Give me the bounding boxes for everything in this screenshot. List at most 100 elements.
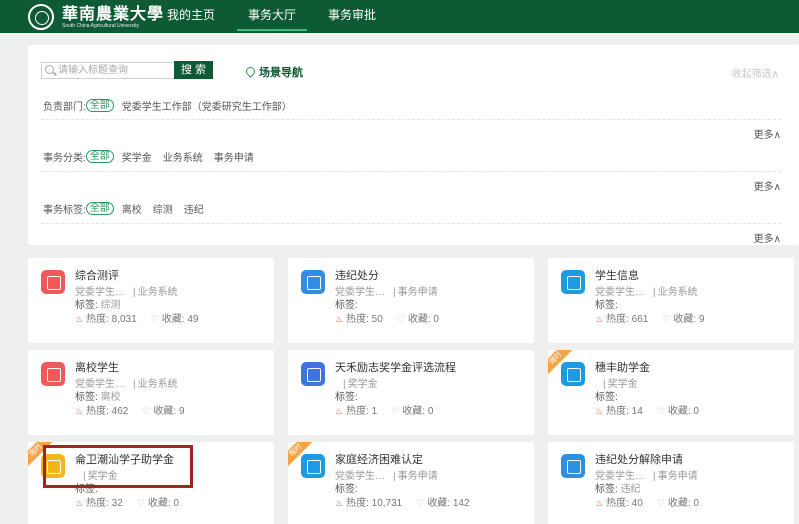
card-title[interactable]: 离校学生 bbox=[75, 359, 119, 375]
search-placeholder: 请输入标题查询 bbox=[58, 65, 128, 76]
card-stats: ♨ 热度: 40 ♡ 收藏: 0 bbox=[595, 494, 699, 509]
filter-all-pill[interactable]: 全部 bbox=[85, 98, 114, 112]
map-pin-icon bbox=[245, 67, 254, 78]
nav-service-hall[interactable]: 事务大厅 bbox=[236, 0, 308, 33]
divider bbox=[41, 119, 781, 120]
more-button[interactable]: 更多∧ bbox=[754, 230, 781, 245]
heat-value: 661 bbox=[631, 314, 649, 325]
heat-label: 热度: bbox=[86, 498, 109, 509]
heart-icon[interactable]: ♡ bbox=[657, 498, 665, 508]
filter-option[interactable]: 离校 bbox=[122, 201, 142, 216]
heat-value: 32 bbox=[111, 498, 123, 509]
service-card[interactable]: 离校学生 党委学生… | 业务系统 标签: 离校 ♨ 热度: 462 ♡ 收藏: 9 bbox=[28, 350, 274, 435]
card-title[interactable]: 家庭经济困难认定 bbox=[335, 451, 423, 467]
nav-approval[interactable]: 事务审批 bbox=[328, 0, 376, 33]
heat-value: 40 bbox=[631, 498, 643, 509]
favorite-value: 9 bbox=[698, 314, 705, 325]
card-title[interactable]: 天禾励志奖学金评选流程 bbox=[335, 359, 456, 375]
heart-icon[interactable]: ♡ bbox=[391, 406, 399, 416]
card-stats: ♨ 热度: 50 ♡ 收藏: 0 bbox=[335, 310, 439, 325]
form-icon bbox=[561, 454, 585, 478]
heart-icon[interactable]: ♡ bbox=[397, 314, 405, 324]
filter-label: 负责部门: bbox=[43, 101, 86, 113]
highlight-box bbox=[43, 445, 193, 488]
service-card[interactable]: 限时 家庭经济困难认定 党委学生… | 事务申请 标签: ♨ 热度: 10,731 ♡ 收藏: … bbox=[288, 442, 534, 524]
service-card[interactable]: 天禾励志奖学金评选流程 | 奖学金 标签: ♨ 热度: 1 ♡ 收藏: 0 bbox=[288, 350, 534, 435]
card-stats: ♨ 热度: 462 ♡ 收藏: 9 bbox=[75, 402, 185, 417]
heat-value: 50 bbox=[371, 314, 383, 325]
heat-value: 10,731 bbox=[371, 498, 403, 509]
filter-all-pill[interactable]: 全部 bbox=[85, 201, 114, 215]
card-title[interactable]: 穗丰助学金 bbox=[595, 359, 650, 375]
card-title[interactable]: 违纪处分 bbox=[335, 267, 379, 283]
card-title[interactable]: 学生信息 bbox=[595, 267, 639, 283]
flame-icon: ♨ bbox=[75, 406, 84, 416]
divider bbox=[41, 171, 781, 172]
service-card[interactable]: 学生信息 党委学生… | 业务系统 标签: ♨ 热度: 661 ♡ 收藏: 9 bbox=[548, 258, 794, 343]
filter-all-pill[interactable]: 全部 bbox=[85, 149, 114, 163]
more-button[interactable]: 更多∧ bbox=[754, 178, 781, 193]
heart-icon[interactable]: ♡ bbox=[142, 406, 150, 416]
card-stats: ♨ 热度: 32 ♡ 收藏: 0 bbox=[75, 494, 179, 509]
heat-label: 热度: bbox=[346, 406, 369, 417]
favorite-value: 0 bbox=[173, 498, 179, 509]
card-tag: 标签: 离校 bbox=[75, 388, 121, 403]
favorite-label: 收藏: bbox=[673, 314, 697, 325]
card-stats: ♨ 热度: 8,031 ♡ 收藏: 49 bbox=[75, 310, 198, 325]
heat-value: 1 bbox=[371, 406, 378, 417]
card-title[interactable]: 综合测评 bbox=[75, 267, 119, 283]
card-category: 事务申请 bbox=[397, 471, 438, 482]
filter-label: 事务分类: bbox=[43, 152, 86, 164]
filter-option[interactable]: 业务系统 bbox=[163, 149, 203, 164]
user-icon bbox=[41, 362, 65, 386]
award-icon bbox=[561, 362, 585, 386]
heat-label: 热度: bbox=[86, 314, 109, 325]
flame-icon: ♨ bbox=[335, 314, 344, 324]
service-card[interactable]: 限时 穗丰助学金 | 奖学金 标签: ♨ 热度: 14 ♡ 收藏: 0 bbox=[548, 350, 794, 435]
heart-icon[interactable]: ♡ bbox=[137, 498, 145, 508]
favorite-label: 收藏: bbox=[161, 314, 185, 325]
heat-label: 热度: bbox=[346, 498, 369, 509]
card-tag: 标签: bbox=[335, 388, 358, 403]
divider bbox=[41, 223, 781, 224]
card-category: 业务系统 bbox=[137, 287, 178, 298]
collapse-filter-button[interactable]: 收起筛选∧ bbox=[732, 65, 779, 80]
heat-label: 热度: bbox=[606, 314, 629, 325]
heat-value: 462 bbox=[111, 406, 129, 417]
heat-value: 14 bbox=[631, 406, 643, 417]
filter-row-tag: 事务标签: 全部 离校 综测 违纪 bbox=[43, 200, 215, 216]
filter-option[interactable]: 党委学生工作部（党委研究生工作部） bbox=[122, 98, 292, 113]
service-card[interactable]: 违纪处分解除申请 党委学生… | 事务申请 标签: 违纪 ♨ 热度: 40 ♡ 收藏: 0 bbox=[548, 442, 794, 524]
flame-icon: ♨ bbox=[335, 498, 344, 508]
nav-my-homepage[interactable]: 我的主页 bbox=[167, 0, 215, 33]
heart-icon[interactable]: ♡ bbox=[657, 406, 665, 416]
filter-option[interactable]: 违纪 bbox=[184, 201, 204, 216]
heat-label: 热度: bbox=[606, 406, 629, 417]
university-logo[interactable]: 華南農業大學 South China Agricultural Universi… bbox=[28, 3, 164, 31]
card-stats: ♨ 热度: 14 ♡ 收藏: 0 bbox=[595, 402, 699, 417]
heat-label: 热度: bbox=[346, 314, 369, 325]
heart-icon[interactable]: ♡ bbox=[662, 314, 670, 324]
card-category: 业务系统 bbox=[657, 287, 698, 298]
scene-navigation-link[interactable]: 场景导航 bbox=[245, 64, 303, 80]
search-input[interactable]: 请输入标题查询 bbox=[41, 62, 175, 79]
card-tag: 标签: bbox=[595, 388, 618, 403]
filter-option[interactable]: 事务申请 bbox=[214, 149, 254, 164]
service-card[interactable]: 违纪处分 党委学生… | 事务申请 标签: ♨ 热度: 50 ♡ 收藏: 0 bbox=[288, 258, 534, 343]
filter-option[interactable]: 综测 bbox=[153, 201, 173, 216]
more-button[interactable]: 更多∧ bbox=[754, 126, 781, 141]
heat-label: 热度: bbox=[86, 406, 109, 417]
heart-icon[interactable]: ♡ bbox=[151, 314, 159, 324]
heart-icon[interactable]: ♡ bbox=[416, 498, 424, 508]
chart-icon bbox=[41, 270, 65, 294]
service-card[interactable]: 综合测评 党委学生… | 业务系统 标签: 综测 ♨ 热度: 8,031 ♡ 收藏: 49 bbox=[28, 258, 274, 343]
favorite-label: 收藏: bbox=[427, 498, 451, 509]
flame-icon: ♨ bbox=[335, 406, 344, 416]
card-tag: 标签: bbox=[335, 296, 358, 311]
favorite-label: 收藏: bbox=[407, 314, 431, 325]
flame-icon: ♨ bbox=[595, 314, 604, 324]
flame-icon: ♨ bbox=[75, 498, 84, 508]
search-button[interactable]: 搜 索 bbox=[174, 61, 213, 79]
card-title[interactable]: 违纪处分解除申请 bbox=[595, 451, 683, 467]
filter-option[interactable]: 奖学金 bbox=[122, 149, 152, 164]
